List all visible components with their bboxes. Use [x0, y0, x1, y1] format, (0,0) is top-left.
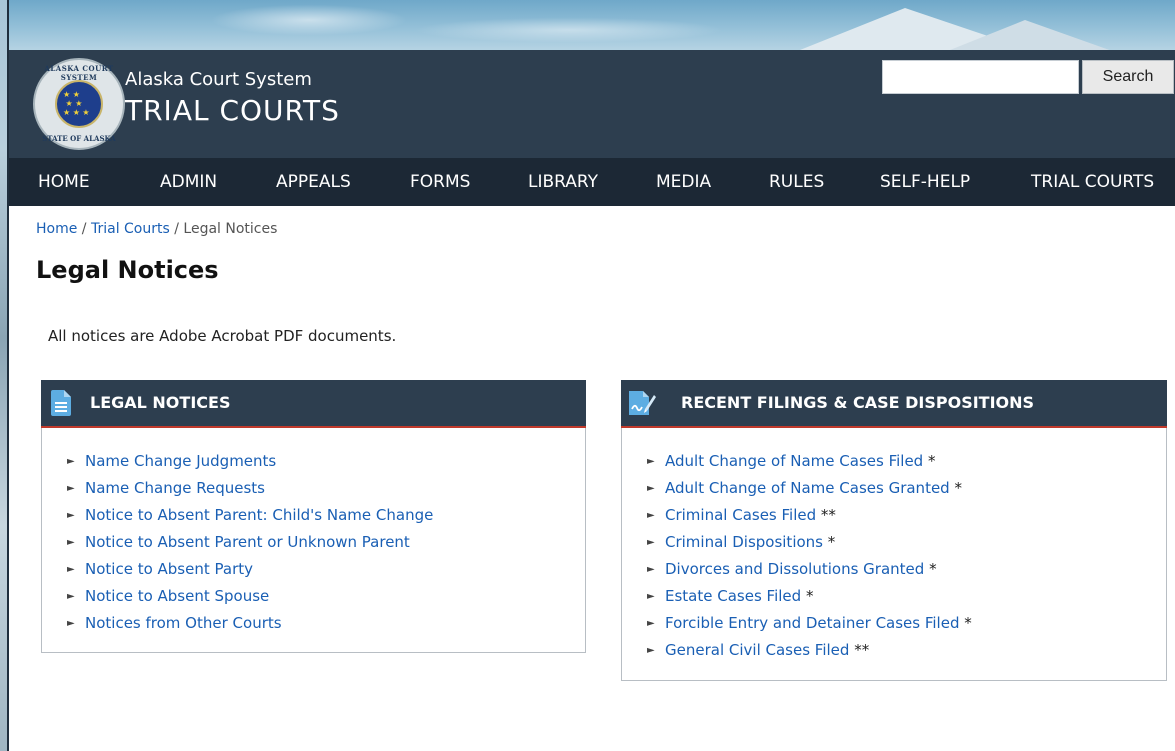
filing-footnote-marker: *	[949, 479, 962, 497]
filing-footnote-marker: *	[924, 560, 937, 578]
legal-notice-link[interactable]: Notice to Absent Parent: Child's Name Ch…	[85, 506, 433, 524]
list-item: ► Criminal Dispositions *	[647, 529, 972, 556]
filing-link[interactable]: General Civil Cases Filed	[665, 641, 849, 659]
header-banner-image	[9, 0, 1175, 50]
list-item: ► Name Change Judgments	[67, 448, 433, 475]
recent-filings-panel-header: RECENT FILINGS & CASE DISPOSITIONS	[621, 380, 1167, 428]
signed-document-icon	[629, 391, 656, 415]
bullet-icon: ►	[67, 591, 75, 602]
court-seal-logo[interactable]: ALASKA COURT SYSTEM ★ ★ ★ ★ ★ ★ ★ STATE O…	[33, 58, 125, 150]
filing-footnote-marker: *	[923, 452, 936, 470]
bullet-icon: ►	[647, 645, 655, 656]
breadcrumb-home-link[interactable]: Home	[36, 221, 77, 237]
filing-link[interactable]: Divorces and Dissolutions Granted	[665, 560, 924, 578]
bullet-icon: ►	[647, 591, 655, 602]
filing-link[interactable]: Adult Change of Name Cases Granted	[665, 479, 950, 497]
legal-notices-list: ► Name Change Judgments ► Name Change Requ…	[67, 448, 433, 637]
breadcrumb: Home / Trial Courts / Legal Notices	[36, 221, 277, 237]
list-item: ► Notice to Absent Parent: Child's Name C…	[67, 502, 433, 529]
main-nav: HOME ADMIN APPEALS FORMS LIBRARY MEDIA R…	[9, 158, 1175, 206]
seal-flag: ★ ★ ★ ★ ★ ★ ★	[55, 80, 103, 128]
list-item: ► Adult Change of Name Cases Filed *	[647, 448, 972, 475]
filing-link[interactable]: Estate Cases Filed	[665, 587, 801, 605]
bullet-icon: ►	[67, 564, 75, 575]
bullet-icon: ►	[647, 456, 655, 467]
list-item: ► Notice to Absent Spouse	[67, 583, 433, 610]
legal-notice-link[interactable]: Name Change Requests	[85, 479, 265, 497]
nav-item-self-help[interactable]: SELF-HELP	[880, 158, 970, 206]
breadcrumb-current: Legal Notices	[183, 221, 278, 237]
bullet-icon: ►	[67, 456, 75, 467]
nav-item-home[interactable]: HOME	[38, 158, 90, 206]
legal-notices-panel-header: LEGAL NOTICES	[41, 380, 586, 428]
list-item: ► Notice to Absent Parent or Unknown Pare…	[67, 529, 433, 556]
list-item: ► Estate Cases Filed *	[647, 583, 972, 610]
filing-footnote-marker: **	[816, 506, 836, 524]
nav-item-trial-courts[interactable]: TRIAL COURTS	[1031, 158, 1154, 206]
list-item: ► Criminal Cases Filed **	[647, 502, 972, 529]
stars-icon: ★ ★ ★ ★ ★ ★ ★	[63, 90, 90, 117]
list-item: ► Notices from Other Courts	[67, 610, 433, 637]
intro-text: All notices are Adobe Acrobat PDF docume…	[48, 327, 397, 345]
mountain-shape	[945, 20, 1115, 50]
filing-link[interactable]: Forcible Entry and Detainer Cases Filed	[665, 614, 959, 632]
nav-item-media[interactable]: MEDIA	[656, 158, 711, 206]
legal-notice-link[interactable]: Notice to Absent Spouse	[85, 587, 269, 605]
search-button[interactable]: Search	[1082, 60, 1174, 94]
breadcrumb-separator: /	[77, 221, 91, 237]
bullet-icon: ►	[647, 564, 655, 575]
legal-notices-panel: LEGAL NOTICES ► Name Change Judgments ► Na…	[41, 380, 586, 653]
recent-filings-list: ► Adult Change of Name Cases Filed * ► Adu…	[647, 448, 972, 664]
bullet-icon: ►	[67, 510, 75, 521]
list-item: ► Name Change Requests	[67, 475, 433, 502]
nav-item-admin[interactable]: ADMIN	[160, 158, 217, 206]
list-item: ► Notice to Absent Party	[67, 556, 433, 583]
bullet-icon: ►	[67, 483, 75, 494]
bullet-icon: ►	[67, 537, 75, 548]
filing-link[interactable]: Criminal Cases Filed	[665, 506, 816, 524]
site-subtitle[interactable]: Alaska Court System	[125, 69, 312, 90]
breadcrumb-separator: /	[169, 221, 184, 237]
filing-link[interactable]: Criminal Dispositions	[665, 533, 823, 551]
bullet-icon: ►	[647, 510, 655, 521]
breadcrumb-trial-courts-link[interactable]: Trial Courts	[91, 221, 170, 237]
filing-footnote-marker: *	[822, 533, 836, 551]
nav-item-forms[interactable]: FORMS	[410, 158, 470, 206]
legal-notice-link[interactable]: Notice to Absent Party	[85, 560, 253, 578]
nav-item-rules[interactable]: RULES	[769, 158, 824, 206]
legal-notice-link[interactable]: Notice to Absent Parent or Unknown Paren…	[85, 533, 410, 551]
search-input[interactable]	[882, 60, 1079, 94]
site-header: ALASKA COURT SYSTEM ★ ★ ★ ★ ★ ★ ★ STATE O…	[9, 50, 1175, 158]
list-item: ► Divorces and Dissolutions Granted *	[647, 556, 972, 583]
filing-footnote-marker: *	[801, 587, 814, 605]
seal-bottom-text: STATE OF ALASKA	[42, 134, 116, 143]
nav-item-library[interactable]: LIBRARY	[528, 158, 598, 206]
bullet-icon: ►	[647, 618, 655, 629]
bullet-icon: ►	[647, 483, 655, 494]
filing-footnote-marker: *	[959, 614, 972, 632]
filing-footnote-marker: **	[849, 641, 870, 659]
page-title: Legal Notices	[36, 256, 219, 284]
legal-notices-heading: LEGAL NOTICES	[90, 393, 231, 412]
list-item: ► Adult Change of Name Cases Granted *	[647, 475, 972, 502]
site-title[interactable]: TRIAL COURTS	[125, 94, 340, 127]
bullet-icon: ►	[647, 537, 655, 548]
nav-item-appeals[interactable]: APPEALS	[276, 158, 351, 206]
filing-link[interactable]: Adult Change of Name Cases Filed	[665, 452, 923, 470]
recent-filings-panel: RECENT FILINGS & CASE DISPOSITIONS ► Adul…	[621, 380, 1167, 681]
legal-notice-link[interactable]: Name Change Judgments	[85, 452, 276, 470]
background-landscape-strip	[0, 0, 9, 751]
legal-notice-link[interactable]: Notices from Other Courts	[85, 614, 282, 632]
list-item: ► General Civil Cases Filed **	[647, 637, 972, 664]
bullet-icon: ►	[67, 618, 75, 629]
recent-filings-heading: RECENT FILINGS & CASE DISPOSITIONS	[681, 393, 1035, 412]
document-icon	[51, 390, 71, 416]
list-item: ► Forcible Entry and Detainer Cases Filed…	[647, 610, 972, 637]
